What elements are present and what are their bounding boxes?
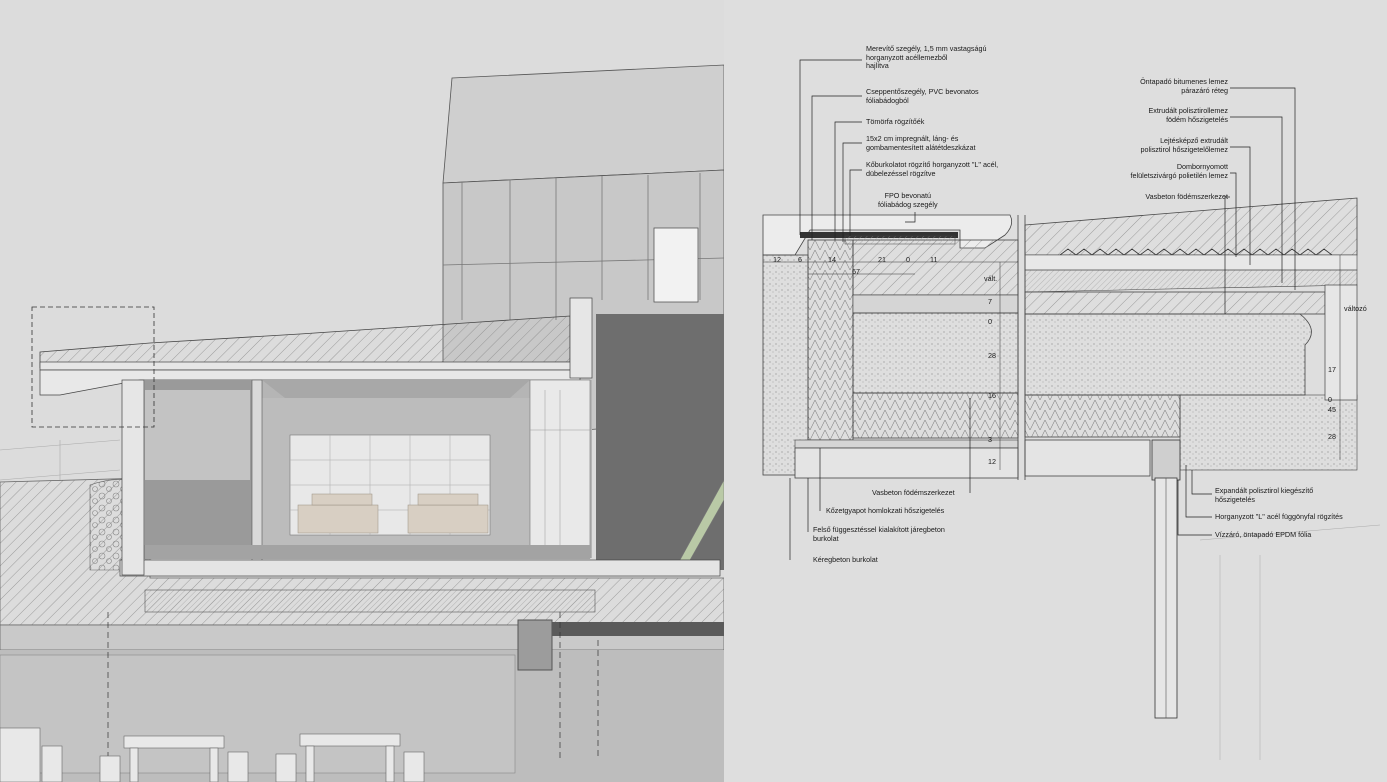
callout-epdm: Vízzáró, öntapadó EPDM fólia (1215, 530, 1312, 539)
left-facade (121, 379, 145, 576)
dim-v-16: 16 (988, 391, 996, 400)
dim-rv-17: 17 (1328, 365, 1336, 374)
callout-rockwool: Kőzetgyapot homlokzati hőszigetelés (826, 506, 945, 515)
callout-timber-wedge: Tömörfa rögzítőék (866, 117, 925, 126)
callout-slope-insulation: Lejtésképző extrudált polisztirol hőszig… (1140, 136, 1229, 154)
dim-6: 6 (798, 255, 802, 264)
dim-rv-0: 0 (1328, 395, 1332, 404)
dim-v-28: 28 (988, 351, 996, 360)
dim-v-3: 3 (988, 435, 992, 444)
dim-rv-28: 28 (1328, 432, 1336, 441)
callout-xps-insulation: Extrudált polisztirollemez födém hőszige… (1148, 106, 1229, 124)
dim-21: 21 (878, 255, 886, 264)
callout-curtain-wall-fixing: Horganyzott "L" acél függönyfal rögzítés (1215, 512, 1343, 521)
callout-drip-edge: Csepp​entőszegély, PVC bevonatos fóliabá… (866, 87, 979, 105)
dim-0: 0 (906, 255, 910, 264)
callout-drainage-membrane: Dombornyomott felületszivárgó polietilén… (1130, 162, 1228, 180)
callout-concrete-slab-bottom: Vasbeton födémszerkezet (872, 488, 955, 497)
callout-fpo-edge: FPO bevonatú fóliabádog szegély (878, 191, 938, 209)
callout-vapor-barrier: Öntapadó bitumenes lemez párazáró réteg (1140, 77, 1228, 95)
callout-decking: 15x2 cm impregnált, láng- és gombamentes… (866, 134, 976, 152)
dim-var-right: változó (1344, 304, 1367, 313)
callout-concrete-slab: Vasbeton födémszerkezet (1145, 192, 1228, 201)
callout-l-steel: Kőburkolatot rögzítő horganyzott "L" acé… (866, 160, 999, 178)
callout-stiffener-edge: Merevítő szegély, 1,5 mm vastagságú horg… (866, 44, 987, 71)
dim-11: 11 (930, 255, 938, 264)
dim-12: 12 (773, 255, 781, 264)
dim-14: 14 (828, 255, 836, 264)
dim-v-0: 0 (988, 317, 992, 326)
diagram-stage: Merevítő szegély, 1,5 mm vastagságú horg… (0, 0, 1387, 782)
dim-rv-45: 45 (1328, 405, 1336, 414)
callout-shell-concrete: Kéregbeton burkolat (813, 555, 878, 564)
dim-67: 67 (852, 267, 860, 276)
callout-eps-insulation: Expandált polisztirol kiegészítő hőszige… (1215, 486, 1314, 504)
dim-v-7: 7 (988, 297, 992, 306)
dim-v-12: 12 (988, 457, 996, 466)
callout-suspended-concrete: Felső függesztéssel kialakított járegbet… (813, 525, 945, 543)
dim-var-left: vált. (984, 274, 998, 283)
